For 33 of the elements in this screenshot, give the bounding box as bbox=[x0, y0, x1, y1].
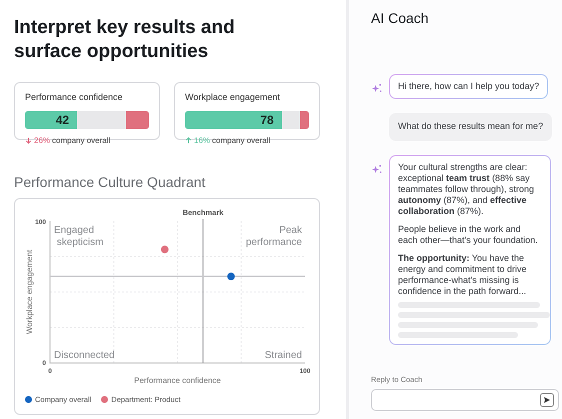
page-title: Interpret key results and surface opportunities bbox=[14, 16, 236, 64]
message-paragraph: The opportunity: You have the energy and commitment to drive performance-what's missing is confidence in the path forward... bbox=[398, 252, 528, 296]
message-paragraph: Hi there, how can I help you today? bbox=[398, 81, 540, 92]
axis-title: Workplace engagement bbox=[25, 250, 34, 334]
reply-field[interactable] bbox=[371, 389, 559, 411]
panel-title: AI Coach bbox=[371, 9, 430, 28]
metric-label: Workplace engagement bbox=[185, 91, 281, 104]
delta-text: company overall bbox=[52, 134, 110, 146]
benchmark-segment bbox=[126, 110, 149, 128]
axis-title: Performance confidence bbox=[134, 376, 221, 385]
message-paragraph: People believe in the work and each other—that's your foundation. bbox=[398, 224, 539, 246]
quadrant-label: Peak performance bbox=[246, 225, 302, 248]
quadrant-label: Disconnected bbox=[54, 350, 115, 361]
benchmark-segment bbox=[300, 110, 309, 128]
arrow-down-icon bbox=[25, 137, 32, 144]
message-paragraph: Your cultural strengths are clear: exceptional team trust (88% say teammates follow through), strong autonomy (87%), and effective collaboration (87%). bbox=[398, 162, 536, 216]
data-point bbox=[227, 272, 235, 280]
send-icon bbox=[544, 397, 550, 403]
send-button[interactable] bbox=[540, 393, 554, 407]
quadrant-label: Engaged skepticism bbox=[54, 225, 104, 248]
data-point bbox=[160, 246, 169, 254]
delta-value: 16% bbox=[194, 134, 210, 146]
arrow-up-icon bbox=[185, 137, 192, 144]
delta-text: company overall bbox=[212, 134, 270, 146]
delta-value: 26% bbox=[34, 134, 50, 146]
sparkle-icon bbox=[371, 164, 382, 174]
quadrant-label: Strained bbox=[264, 350, 302, 361]
metric-bar-fill: 42 bbox=[25, 110, 78, 128]
metric-bar-fill: 78 bbox=[185, 110, 282, 128]
sparkle-icon bbox=[371, 83, 382, 94]
metric-label: Performance confidence bbox=[25, 91, 124, 104]
section-heading: Performance Culture Quadrant bbox=[14, 173, 206, 192]
user-message: What do these results mean for me? bbox=[389, 113, 552, 140]
